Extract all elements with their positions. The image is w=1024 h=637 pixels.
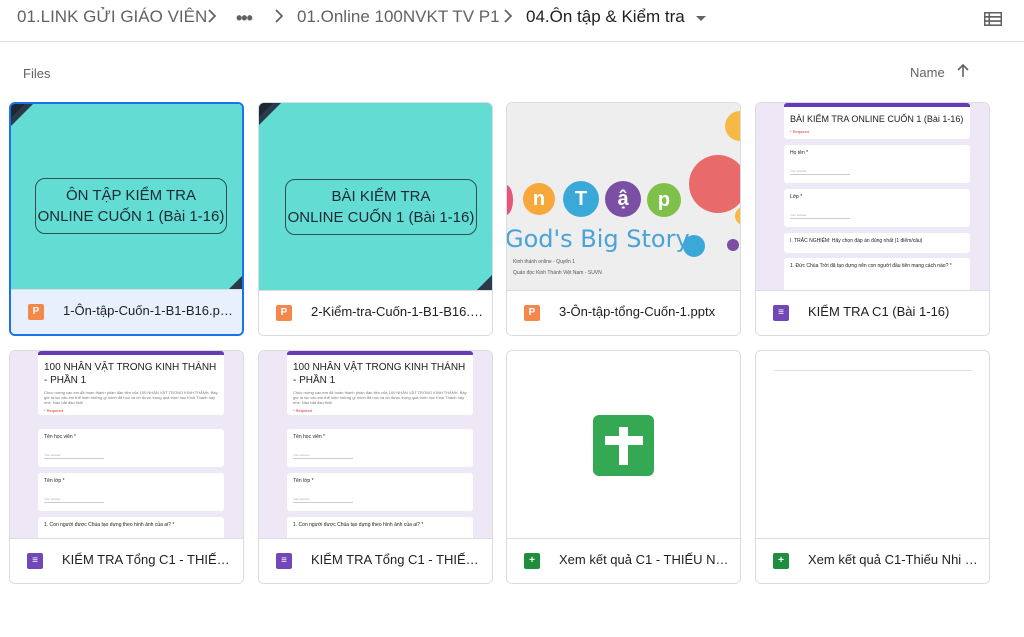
file-card[interactable]: n T ậ p God's Big Story Kinh thánh onlin…: [506, 102, 741, 336]
breadcrumb-item-parent[interactable]: 01.Online 100NVKT TV P1: [297, 7, 500, 27]
form-question: Tên học viên *: [44, 434, 76, 440]
slide-story-title: God's Big Story: [507, 225, 690, 253]
slides-file-icon: P: [276, 305, 292, 321]
breadcrumb-item-current[interactable]: 04.Ôn tập & Kiểm tra: [526, 7, 685, 27]
slides-file-icon: P: [28, 304, 44, 320]
slide-title-line: ONLINE CUỐN 1 (Bài 1-16): [287, 209, 475, 226]
slide-subtitle: Quán đọc Kinh Thánh Việt Nam - SUVN: [513, 270, 602, 276]
bubble-letter: p: [647, 183, 681, 217]
breadcrumb-item-root[interactable]: 01.LINK GỬI GIÁO VIÊN: [17, 7, 207, 27]
file-name: KIỂM TRA Tổng C1 - THIẾU NHI: [311, 552, 483, 567]
bubble-letter: n: [523, 183, 555, 215]
chevron-right-icon: [504, 9, 513, 23]
form-question: Họ tên *: [790, 150, 809, 156]
bubble-letter: ậ: [605, 181, 641, 217]
file-card-footer: + Xem kết quả C1-Thiếu Nhi (Responses): [756, 538, 989, 583]
breadcrumb-more-button[interactable]: •••: [236, 8, 253, 29]
file-card[interactable]: 100 NHÂN VẬT TRONG KINH THÁNH - PHẦN 1 C…: [258, 350, 493, 584]
form-question: I. TRẮC NGHIỆM: Hãy chọn đáp án đúng nhấ…: [790, 238, 923, 244]
file-card[interactable]: BÀI KIỂM TRA ONLINE CUỐN 1 (Bài 1-16) * …: [755, 102, 990, 336]
slide-title-line: BÀI KIỂM TRA: [331, 188, 431, 205]
form-thumbnail: BÀI KIỂM TRA ONLINE CUỐN 1 (Bài 1-16) * …: [756, 103, 989, 291]
sheets-thumbnail: [756, 351, 989, 539]
file-name: 3-Ôn-tập-tổng-Cuốn-1.pptx: [559, 304, 716, 319]
form-question: Tên học viên *: [293, 434, 325, 440]
file-name: 2-Kiểm-tra-Cuốn-1-B1-B16.pptx: [311, 304, 483, 319]
chevron-right-icon: [275, 9, 284, 23]
slide-subtitle: Kinh thánh online - Quyển 1: [513, 259, 575, 265]
form-question: Lớp *: [790, 194, 803, 200]
file-card-footer: ≡ KIỂM TRA C1 (Bài 1-16): [756, 290, 989, 335]
folder-menu-caret-icon[interactable]: [696, 16, 706, 21]
slide-title-box: ÔN TẬP KIỂM TRA ONLINE CUỐN 1 (Bài 1-16): [35, 178, 227, 234]
form-question: 1. Con người được Chúa tạo dựng theo hìn…: [293, 522, 424, 528]
form-description: Chúc mừng các em đã hoàn thành phần đầu …: [293, 390, 467, 405]
sheets-logo-icon: [593, 415, 654, 476]
form-required-note: * Required: [293, 408, 312, 413]
form-question: Tên lớp *: [293, 478, 314, 484]
slide-title-line: ÔN TẬP KIỂM TRA: [65, 187, 197, 204]
form-question: Tên lớp *: [44, 478, 65, 484]
slide-title-box: BÀI KIỂM TRA ONLINE CUỐN 1 (Bài 1-16): [285, 179, 477, 235]
slide-thumbnail: ÔN TẬP KIỂM TRA ONLINE CUỐN 1 (Bài 1-16): [11, 104, 242, 292]
form-description: Chúc mừng các em đã hoàn thành phần đầu …: [44, 390, 218, 405]
arrow-up-icon[interactable]: [956, 63, 970, 79]
file-card[interactable]: BÀI KIỂM TRA ONLINE CUỐN 1 (Bài 1-16) P …: [258, 102, 493, 336]
slide-thumbnail: BÀI KIỂM TRA ONLINE CUỐN 1 (Bài 1-16): [259, 103, 492, 291]
file-card-footer: ≡ KIỂM TRA Tổng C1 - THIẾU NHI: [10, 538, 243, 583]
chevron-right-icon: [208, 9, 217, 23]
slide-thumbnail: n T ậ p God's Big Story Kinh thánh onlin…: [507, 103, 740, 291]
file-card-footer: P 3-Ôn-tập-tổng-Cuốn-1.pptx: [507, 290, 740, 335]
file-card-footer: P 1-Ôn-tập-Cuốn-1-B1-B16.pptx: [11, 289, 242, 334]
form-thumbnail: 100 NHÂN VẬT TRONG KINH THÁNH - PHẦN 1 C…: [259, 351, 492, 539]
slides-file-icon: P: [524, 305, 540, 321]
breadcrumb-bar: 01.LINK GỬI GIÁO VIÊN ••• 01.Online 100N…: [0, 0, 1024, 42]
form-title: BÀI KIỂM TRA ONLINE CUỐN 1 (Bài 1-16): [790, 114, 964, 124]
forms-file-icon: ≡: [27, 553, 43, 569]
form-required-note: * Required: [44, 408, 63, 413]
file-name: KIỂM TRA Tổng C1 - THIẾU NHI: [62, 552, 234, 567]
list-view-icon[interactable]: [984, 12, 1002, 26]
form-title: 100 NHÂN VẬT TRONG KINH THÁNH - PHẦN 1: [44, 362, 217, 386]
form-question: 1. Con người được Chúa tạo dựng theo hìn…: [44, 522, 175, 528]
file-card[interactable]: + Xem kết quả C1-Thiếu Nhi (Responses): [755, 350, 990, 584]
bubble-letter: T: [563, 181, 599, 217]
forms-file-icon: ≡: [276, 553, 292, 569]
file-card[interactable]: 100 NHÂN VẬT TRONG KINH THÁNH - PHẦN 1 C…: [9, 350, 244, 584]
file-name: Xem kết quả C1-Thiếu Nhi (Responses): [808, 552, 980, 567]
file-name: 1-Ôn-tập-Cuốn-1-B1-B16.pptx: [63, 303, 235, 318]
sort-by-name-button[interactable]: Name: [910, 65, 945, 80]
form-thumbnail: 100 NHÂN VẬT TRONG KINH THÁNH - PHẦN 1 C…: [10, 351, 243, 539]
slide-title-line: ONLINE CUỐN 1 (Bài 1-16): [37, 208, 225, 225]
file-card-footer: + Xem kết quả C1 - THIẾU NIÊN: [507, 538, 740, 583]
file-name: KIỂM TRA C1 (Bài 1-16): [808, 304, 950, 319]
file-card[interactable]: ÔN TẬP KIỂM TRA ONLINE CUỐN 1 (Bài 1-16)…: [9, 102, 244, 336]
form-title: 100 NHÂN VẬT TRONG KINH THÁNH - PHẦN 1: [293, 362, 466, 386]
file-card[interactable]: + Xem kết quả C1 - THIẾU NIÊN: [506, 350, 741, 584]
files-section-label: Files: [23, 66, 51, 81]
sheets-file-icon: +: [773, 553, 789, 569]
file-card-footer: ≡ KIỂM TRA Tổng C1 - THIẾU NHI: [259, 538, 492, 583]
sheets-thumbnail: [507, 351, 740, 539]
file-card-footer: P 2-Kiểm-tra-Cuốn-1-B1-B16.pptx: [259, 290, 492, 335]
forms-file-icon: ≡: [773, 305, 789, 321]
form-required-note: * Required: [790, 129, 809, 134]
form-question: 1. Đức Chúa Trời đã tạo dựng nên con ngư…: [790, 263, 952, 269]
sheets-file-icon: +: [524, 553, 540, 569]
file-name: Xem kết quả C1 - THIẾU NIÊN: [559, 552, 731, 567]
